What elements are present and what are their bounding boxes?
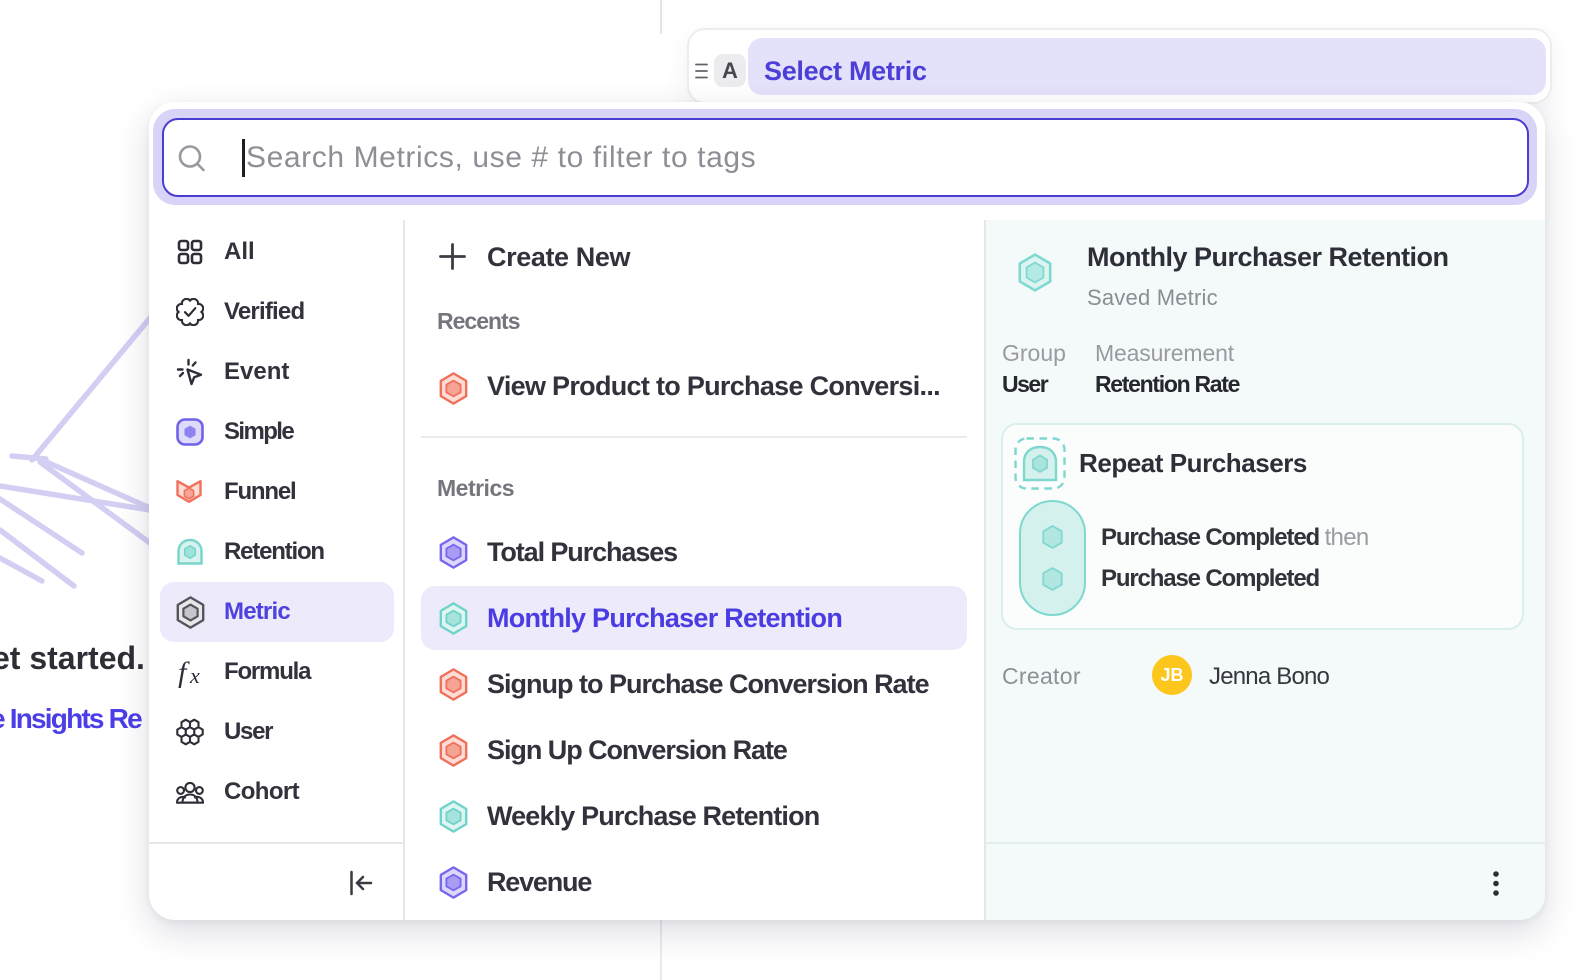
svg-text:f: f <box>178 658 190 688</box>
svg-text:x: x <box>189 663 200 688</box>
